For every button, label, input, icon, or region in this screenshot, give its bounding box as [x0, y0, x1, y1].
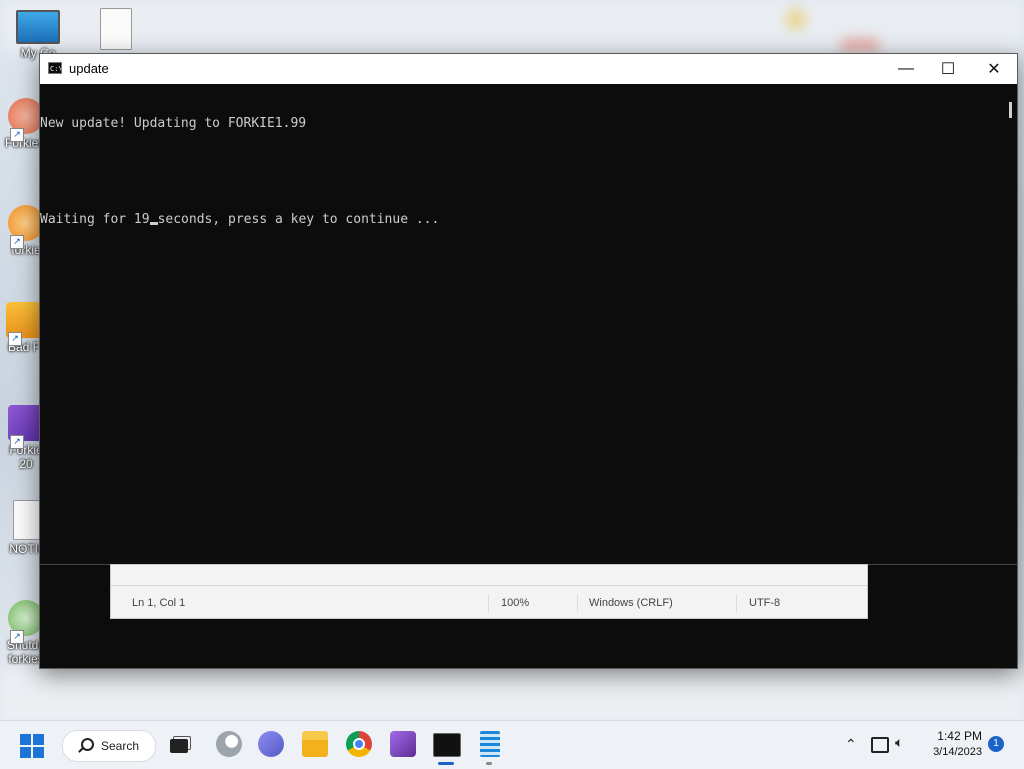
file-explorer-icon[interactable] — [302, 731, 328, 757]
search-label: Search — [101, 739, 140, 753]
shortcut-arrow-icon: ↗ — [10, 128, 24, 142]
notepad-status-bar: Ln 1, Col 1 100% Windows (CRLF) UTF-8 — [110, 564, 868, 619]
notepad-icon[interactable] — [480, 731, 500, 757]
background-accent — [840, 38, 880, 52]
vertical-scrollbar[interactable] — [1001, 84, 1017, 564]
minimize-button[interactable]: — — [883, 54, 929, 84]
terminal-icon[interactable] — [433, 733, 461, 757]
task-view-icon[interactable] — [170, 739, 188, 753]
volume-icon[interactable]: 🔈︎ — [895, 734, 903, 751]
visual-studio-icon[interactable] — [390, 731, 416, 757]
text-file-icon — [100, 8, 132, 50]
maximize-button[interactable]: ☐ — [925, 54, 971, 84]
monitor-icon — [16, 10, 60, 44]
teams-chat-icon[interactable] — [258, 731, 284, 757]
cursor-position: Ln 1, Col 1 — [132, 597, 186, 609]
window-title: update — [69, 61, 109, 76]
background-window — [0, 668, 1024, 720]
console-text: Waiting for 19 — [40, 212, 150, 227]
shortcut-arrow-icon: ↗ — [10, 435, 24, 449]
running-indicator — [438, 762, 454, 765]
divider — [111, 585, 867, 586]
clock-date[interactable]: 3/14/2023 — [922, 746, 982, 758]
shortcut-arrow-icon: ↗ — [10, 235, 24, 249]
divider — [488, 594, 489, 612]
desktop-icon-label: 20 — [19, 457, 33, 471]
text-cursor — [149, 222, 158, 225]
start-icon[interactable] — [20, 734, 44, 758]
search-icon — [81, 738, 94, 751]
console-text: seconds, press a key to continue ... — [157, 212, 440, 227]
network-icon[interactable] — [871, 737, 889, 753]
notification-badge[interactable]: 1 — [988, 736, 1004, 752]
zoom-level: 100% — [501, 597, 530, 609]
console-line: Waiting for 19 seconds, press a key to co… — [40, 212, 1000, 228]
desktop-icon-file[interactable] — [86, 8, 146, 52]
console-output[interactable]: New update! Updating to FORKIE1.99 Waiti… — [40, 84, 1000, 564]
console-icon: C:\ — [48, 62, 62, 74]
line-ending: Windows (CRLF) — [589, 597, 673, 609]
console-line: New update! Updating to FORKIE1.99 — [40, 116, 307, 131]
taskbar-search[interactable]: Search — [62, 730, 156, 762]
show-hidden-icons-button[interactable]: ⌃ — [845, 736, 857, 753]
close-button[interactable]: ✕ — [971, 54, 1017, 84]
background-accent — [785, 8, 807, 30]
chrome-icon[interactable] — [346, 731, 372, 757]
divider — [736, 594, 737, 612]
shortcut-arrow-icon: ↗ — [10, 630, 24, 644]
encoding: UTF-8 — [749, 597, 781, 609]
shortcut-arrow-icon: ↗ — [8, 332, 22, 346]
clock-time[interactable]: 1:42 PM — [934, 729, 982, 743]
divider — [577, 594, 578, 612]
chrome-center — [353, 738, 365, 750]
running-indicator — [486, 762, 492, 765]
edge-icon[interactable] — [216, 731, 242, 757]
taskbar: Search ⌃ 🔈︎ 1:42 PM 3/14/2023 1 — [0, 720, 1024, 769]
scrollbar-thumb[interactable] — [1009, 102, 1012, 118]
title-bar[interactable]: C:\ update — ☐ ✕ — [40, 54, 1017, 84]
